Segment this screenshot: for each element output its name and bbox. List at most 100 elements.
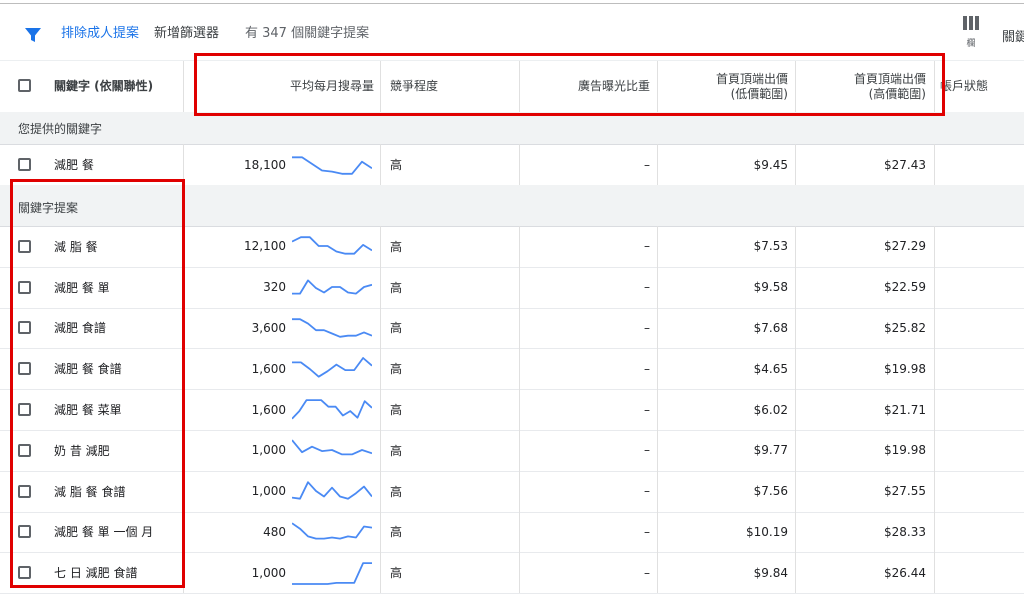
trend-sparkline — [292, 439, 372, 456]
row-divider — [657, 470, 658, 512]
competition-level: 高 — [390, 403, 403, 418]
row-checkbox[interactable] — [18, 525, 31, 539]
clipped-toolbar-label[interactable]: 關鍵 — [1002, 26, 1024, 45]
row-divider — [795, 266, 796, 308]
header-impression-share[interactable]: 廣告曝光比重 — [520, 61, 650, 112]
table-row[interactable]: 奶 昔 減肥 1,000 高 – $9.77 $19.98 — [0, 430, 1024, 472]
filter-bar: 排除成人提案 新增篩選器 有 347 個關鍵字提案 欄 關鍵 — [0, 4, 1024, 60]
table-row[interactable]: 減肥 餐 菜單 1,600 高 – $6.02 $21.71 — [0, 389, 1024, 431]
row-checkbox[interactable] — [18, 362, 31, 376]
row-divider — [934, 470, 935, 512]
row-divider — [519, 430, 520, 471]
select-all-checkbox[interactable] — [18, 79, 31, 92]
top-bid-low: $7.56 — [753, 484, 788, 499]
row-checkbox[interactable] — [18, 239, 31, 253]
table-row[interactable]: 減肥 餐 食譜 1,600 高 – $4.65 $19.98 — [0, 348, 1024, 391]
top-bid-high: $19.98 — [884, 361, 926, 376]
row-checkbox[interactable] — [18, 158, 31, 171]
row-divider — [519, 511, 520, 553]
row-divider — [519, 348, 520, 390]
header-competition[interactable]: 競爭程度 — [390, 61, 510, 112]
row-divider — [380, 389, 381, 430]
row-divider — [934, 266, 935, 308]
header-top-bid-low[interactable]: 首頁頂端出價 (低價範圍) — [660, 61, 788, 112]
row-divider — [795, 348, 796, 390]
keyword-count: 有 347 個關鍵字提案 — [245, 26, 370, 41]
top-bid-low: $9.77 — [753, 443, 788, 458]
row-divider — [657, 266, 658, 308]
filter-icon[interactable] — [24, 26, 42, 44]
top-bid-low: $9.58 — [753, 280, 788, 295]
row-divider — [934, 430, 935, 471]
table-row[interactable]: 七 日 減肥 食譜 1,000 高 – $9.84 $26.44 — [0, 552, 1024, 594]
impression-share: – — [644, 320, 650, 335]
competition-level: 高 — [390, 280, 403, 295]
table-row[interactable]: 減 脂 餐 12,100 高 – $7.53 $27.29 — [0, 226, 1024, 268]
row-divider — [380, 511, 381, 553]
table-row[interactable]: 減肥 餐 單 一個 月 480 高 – $10.19 $28.33 — [0, 511, 1024, 554]
row-checkbox[interactable] — [18, 403, 31, 417]
avg-monthly-searches: 1,000 — [251, 565, 286, 580]
columns-button[interactable]: 欄 — [958, 16, 984, 49]
header-top-bid-low-line1: 首頁頂端出價 — [715, 71, 788, 86]
row-divider — [380, 552, 381, 594]
trend-sparkline — [292, 481, 372, 500]
keyword-text: 減 脂 餐 食譜 — [54, 484, 126, 499]
trend-sparkline — [292, 318, 372, 338]
row-divider — [934, 144, 935, 185]
trend-sparkline — [292, 279, 372, 295]
header-divider — [380, 61, 381, 112]
exclude-adult-filter[interactable]: 排除成人提案 — [61, 26, 139, 42]
header-top-bid-high[interactable]: 首頁頂端出價 (高價範圍) — [798, 61, 926, 112]
row-divider — [795, 552, 796, 594]
row-divider — [934, 307, 935, 349]
table-row[interactable]: 減肥 餐 18,100 高 – $9.45 $27.43 — [0, 144, 1024, 186]
impression-share: – — [644, 280, 650, 295]
trend-sparkline — [292, 236, 372, 255]
row-divider — [183, 470, 184, 512]
header-divider — [657, 61, 658, 112]
keyword-text: 減肥 餐 菜單 — [54, 403, 122, 418]
keyword-text: 七 日 減肥 食譜 — [54, 566, 138, 581]
competition-level: 高 — [390, 443, 403, 458]
competition-level: 高 — [390, 239, 403, 254]
row-divider — [183, 144, 184, 185]
row-divider — [380, 470, 381, 512]
row-divider — [519, 144, 520, 185]
table-row[interactable]: 減 脂 餐 食譜 1,000 高 – $7.56 $27.55 — [0, 470, 1024, 513]
header-top-bid-high-line2: (高價範圍) — [868, 86, 926, 101]
keyword-text: 減肥 餐 食譜 — [54, 362, 122, 377]
trend-sparkline — [292, 356, 372, 378]
keyword-text: 奶 昔 減肥 — [54, 443, 110, 458]
row-divider — [657, 226, 658, 267]
trend-sparkline — [292, 155, 372, 175]
impression-share: – — [644, 402, 650, 417]
header-account-status[interactable]: 帳戶狀態 — [940, 61, 1024, 112]
section-provided-label: 您提供的關鍵字 — [18, 122, 103, 136]
row-divider — [519, 226, 520, 267]
header-avg-monthly-searches[interactable]: 平均每月搜尋量 — [184, 61, 374, 112]
competition-level: 高 — [390, 362, 403, 377]
section-keyword-suggestions: 關鍵字提案 — [0, 185, 1024, 227]
header-keyword[interactable]: 關鍵字 (依關聯性) — [54, 61, 180, 112]
top-bid-low: $10.19 — [746, 524, 788, 539]
row-divider — [183, 430, 184, 471]
row-checkbox[interactable] — [18, 280, 31, 294]
header-divider — [795, 61, 796, 112]
row-divider — [934, 552, 935, 594]
header-top-bid-high-line1: 首頁頂端出價 — [853, 71, 926, 86]
row-divider — [380, 266, 381, 308]
table-row[interactable]: 減肥 餐 單 320 高 – $9.58 $22.59 — [0, 266, 1024, 309]
row-checkbox[interactable] — [18, 484, 31, 498]
row-divider — [183, 266, 184, 308]
row-checkbox[interactable] — [18, 566, 31, 580]
add-filter-button[interactable]: 新增篩選器 — [154, 26, 219, 42]
impression-share: – — [644, 565, 650, 580]
row-checkbox[interactable] — [18, 321, 31, 335]
table-header: 關鍵字 (依關聯性) 平均每月搜尋量 競爭程度 廣告曝光比重 首頁頂端出價 (低… — [0, 60, 1024, 113]
row-divider — [795, 470, 796, 512]
row-checkbox[interactable] — [18, 443, 31, 457]
table-row[interactable]: 減肥 食譜 3,600 高 – $7.68 $25.82 — [0, 307, 1024, 350]
trend-sparkline — [292, 561, 372, 585]
avg-monthly-searches: 1,600 — [251, 402, 286, 417]
